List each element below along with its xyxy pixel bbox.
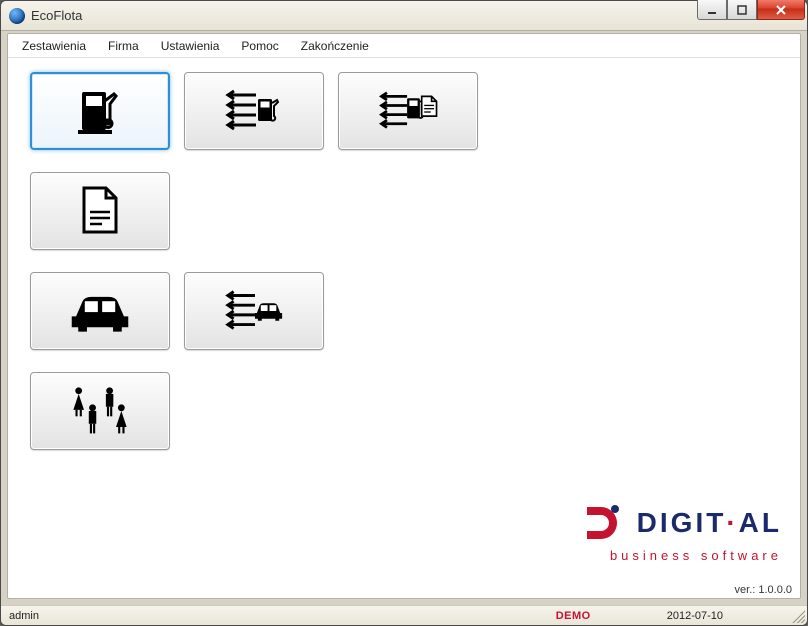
content-area: DIGIT·AL business software ver.: 1.0.0.0 — [8, 58, 800, 598]
fuel-doc-list-button[interactable] — [338, 72, 478, 150]
fuel-doc-list-icon — [376, 86, 440, 136]
app-window: EcoFlota Zestawienia Firma Ustawienia Po… — [0, 0, 808, 626]
menu-firma[interactable]: Firma — [98, 36, 149, 56]
maximize-icon — [737, 5, 747, 15]
window-title: EcoFlota — [31, 8, 82, 23]
fuel-list-button[interactable] — [184, 72, 324, 150]
brand-name: DIGIT·AL — [637, 509, 782, 537]
people-icon — [68, 386, 132, 436]
resize-grip[interactable] — [791, 609, 805, 623]
tile-row-1 — [30, 72, 778, 150]
client-area: Zestawienia Firma Ustawienia Pomoc Zakoń… — [7, 33, 801, 599]
menu-zestawienia[interactable]: Zestawienia — [12, 36, 96, 56]
maximize-button[interactable] — [727, 0, 757, 20]
statusbar: admin DEMO 2012-07-10 — [1, 605, 807, 625]
fuel-list-icon — [222, 86, 286, 136]
brand-subtitle: business software — [581, 549, 782, 562]
car-list-icon — [222, 286, 286, 336]
document-icon — [68, 186, 132, 236]
brand-logo-icon — [581, 501, 625, 545]
tile-row-3 — [30, 272, 778, 350]
app-icon — [9, 8, 25, 24]
close-icon — [775, 5, 787, 15]
version-label: ver.: 1.0.0.0 — [735, 584, 792, 596]
document-button[interactable] — [30, 172, 170, 250]
menubar: Zestawienia Firma Ustawienia Pomoc Zakoń… — [8, 34, 800, 58]
minimize-icon — [707, 5, 717, 15]
status-mode: DEMO — [548, 610, 599, 622]
status-date: 2012-07-10 — [659, 610, 731, 622]
car-list-button[interactable] — [184, 272, 324, 350]
fuel-button[interactable] — [30, 72, 170, 150]
status-user: admin — [1, 610, 47, 622]
minimize-button[interactable] — [697, 0, 727, 20]
fuel-pump-icon — [68, 86, 132, 136]
close-button[interactable] — [757, 0, 805, 20]
branding: DIGIT·AL business software — [581, 501, 782, 562]
titlebar: EcoFlota — [1, 1, 807, 31]
menu-ustawienia[interactable]: Ustawienia — [151, 36, 230, 56]
car-button[interactable] — [30, 272, 170, 350]
window-controls — [697, 0, 805, 20]
people-button[interactable] — [30, 372, 170, 450]
menu-zakonczenie[interactable]: Zakończenie — [291, 36, 379, 56]
tile-row-2 — [30, 172, 778, 250]
tile-row-4 — [30, 372, 778, 450]
menu-pomoc[interactable]: Pomoc — [231, 36, 288, 56]
brand-name-part2: AL — [739, 507, 782, 538]
car-icon — [68, 286, 132, 336]
brand-name-part1: DIGIT — [637, 507, 727, 538]
